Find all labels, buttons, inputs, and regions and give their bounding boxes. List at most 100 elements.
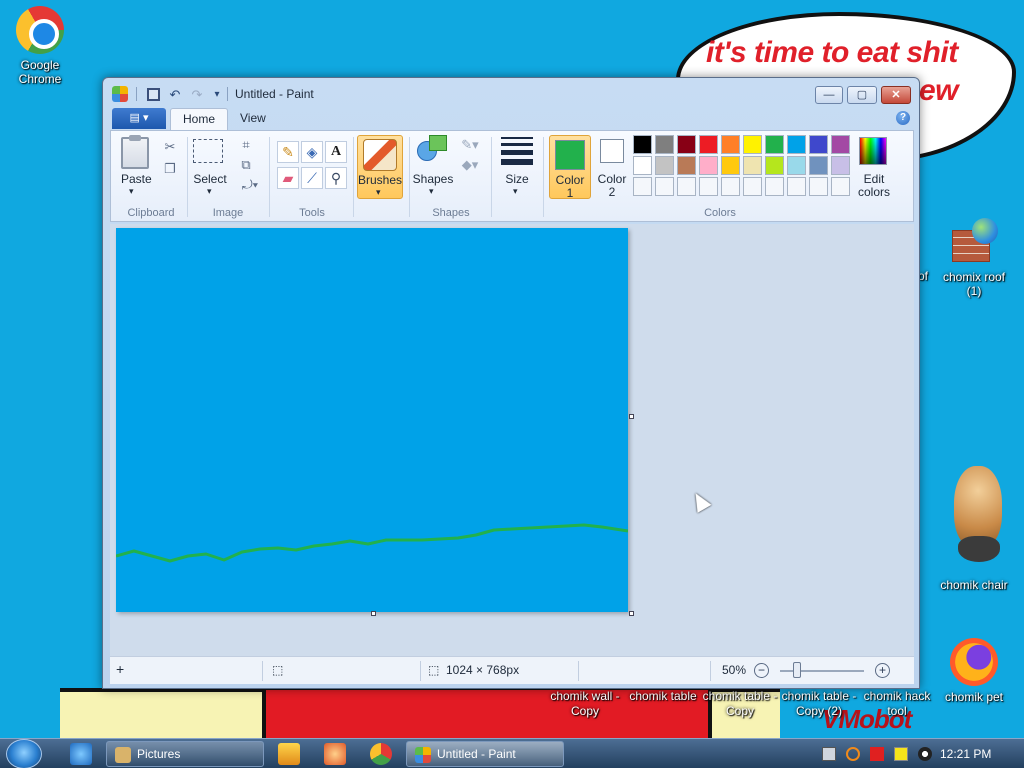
tray-flag-icon[interactable] — [870, 747, 884, 761]
shapes-icon[interactable] — [417, 135, 449, 165]
palette-swatch[interactable] — [787, 177, 806, 196]
tab-home[interactable]: Home — [170, 108, 229, 130]
palette-swatch[interactable] — [831, 135, 850, 154]
maximize-button[interactable]: ▢ — [847, 86, 877, 104]
zoom-in-button[interactable]: + — [875, 663, 890, 678]
palette-swatch[interactable] — [831, 156, 850, 175]
palette-swatch[interactable] — [721, 177, 740, 196]
redo-icon[interactable]: ↷ — [189, 87, 205, 103]
taskbar-button-paint[interactable]: Untitled - Paint — [406, 741, 564, 767]
palette-swatch[interactable] — [809, 156, 828, 175]
desktop-icon-chomik-roof[interactable]: chomix roof (1) — [934, 218, 1014, 298]
palette-swatch[interactable] — [765, 156, 784, 175]
resize-handle-bottom[interactable] — [371, 611, 376, 616]
palette-swatch[interactable] — [765, 135, 784, 154]
palette-swatch[interactable] — [743, 177, 762, 196]
resize-icon[interactable]: ⧉ — [237, 155, 255, 173]
palette-swatch[interactable] — [633, 177, 652, 196]
select-icon[interactable] — [193, 139, 223, 163]
palette-swatch[interactable] — [787, 135, 806, 154]
select-dropdown-icon[interactable]: ▾ — [207, 185, 212, 198]
minimize-button[interactable]: — — [815, 86, 843, 104]
taskbar-clock[interactable]: 12:21 PM — [940, 747, 991, 761]
palette-swatch[interactable] — [721, 156, 740, 175]
palette-swatch[interactable] — [655, 177, 674, 196]
color2-label[interactable]: Color 2 — [593, 173, 631, 199]
undo-icon[interactable]: ↶ — [167, 87, 183, 103]
paste-dropdown-icon[interactable]: ▾ — [129, 185, 134, 198]
paint-app-icon[interactable] — [112, 86, 128, 102]
palette-swatch[interactable] — [677, 156, 696, 175]
desktop-icon-chomik-hack-tool[interactable]: chomik hack tool — [860, 689, 934, 719]
desktop-icon-chomik-table-copy-2[interactable]: chomik table - Copy (2) — [780, 689, 858, 719]
taskbar-button-pictures[interactable]: Pictures — [106, 741, 264, 767]
edit-colors-label[interactable]: Edit colors — [851, 173, 897, 199]
palette-swatch[interactable] — [699, 156, 718, 175]
palette-swatch[interactable] — [677, 135, 696, 154]
palette-swatch[interactable] — [677, 177, 696, 196]
palette-swatch[interactable] — [699, 177, 718, 196]
rotate-icon[interactable]: ⤾▾ — [237, 175, 263, 193]
text-tool-icon[interactable]: A — [325, 141, 347, 163]
copy-icon[interactable]: ❐ — [161, 159, 179, 177]
crop-icon[interactable]: ⌗ — [237, 135, 255, 153]
size-dropdown-icon[interactable]: ▾ — [513, 185, 518, 198]
color1-button[interactable]: Color 1 — [549, 135, 591, 200]
color2-swatch[interactable] — [600, 139, 624, 163]
canvas-workspace[interactable] — [110, 224, 914, 656]
palette-swatch[interactable] — [633, 156, 652, 175]
color-picker-icon[interactable]: ⟋ — [301, 167, 323, 189]
palette-swatch[interactable] — [655, 135, 674, 154]
tray-volume-icon[interactable] — [918, 747, 932, 761]
tray-search-icon[interactable] — [846, 747, 860, 761]
palette-swatch[interactable] — [721, 135, 740, 154]
paste-icon[interactable] — [121, 135, 149, 169]
tab-view[interactable]: View — [228, 108, 278, 130]
file-menu-button[interactable]: ▤ ▾ — [112, 108, 166, 129]
internet-explorer-icon[interactable] — [70, 743, 92, 765]
cut-icon[interactable]: ✂ — [161, 137, 179, 155]
outline-icon[interactable]: ✎▾ — [457, 135, 483, 153]
brushes-button[interactable]: Brushes ▾ — [357, 135, 403, 199]
size-icon[interactable] — [501, 137, 533, 165]
media-player-icon[interactable] — [278, 743, 300, 765]
fill-icon[interactable]: ◆▾ — [457, 155, 483, 173]
palette-swatch[interactable] — [765, 177, 784, 196]
palette-swatch[interactable] — [743, 135, 762, 154]
quick-access-dropdown-icon[interactable]: ▾ — [209, 87, 225, 103]
desktop-icon-chomik-chair[interactable]: chomik chair — [934, 458, 1014, 592]
help-icon[interactable]: ? — [896, 111, 910, 125]
pinned-app-icon[interactable] — [324, 743, 346, 765]
zoom-out-button[interactable]: − — [754, 663, 769, 678]
pencil-icon[interactable]: ✎ — [277, 141, 299, 163]
desktop-icon-chomik-table[interactable]: chomik table — [626, 689, 700, 704]
tray-battery-icon[interactable] — [894, 747, 908, 761]
palette-swatch[interactable] — [743, 156, 762, 175]
desktop-icon-chomik-table-copy[interactable]: chomik table - Copy — [702, 689, 778, 719]
shapes-dropdown-icon[interactable]: ▾ — [429, 185, 434, 198]
palette-swatch[interactable] — [699, 135, 718, 154]
edit-colors-icon[interactable] — [859, 137, 887, 165]
resize-handle-corner[interactable] — [629, 611, 634, 616]
magnifier-icon[interactable]: ⚲ — [325, 167, 347, 189]
eraser-icon[interactable]: ▰ — [277, 167, 299, 189]
fill-bucket-icon[interactable]: ◈ — [301, 141, 323, 163]
palette-swatch[interactable] — [655, 156, 674, 175]
palette-swatch[interactable] — [809, 177, 828, 196]
save-icon[interactable] — [147, 88, 160, 101]
start-button[interactable] — [6, 739, 42, 768]
zoom-slider-thumb[interactable] — [793, 662, 801, 678]
paste-button-label[interactable]: Paste — [121, 173, 152, 186]
palette-swatch[interactable] — [787, 156, 806, 175]
palette-swatch[interactable] — [831, 177, 850, 196]
palette-swatch[interactable] — [809, 135, 828, 154]
title-bar[interactable]: ↶ ↷ ▾ Untitled - Paint — ▢ ✕ — [103, 78, 919, 108]
palette-swatch[interactable] — [633, 135, 652, 154]
tray-network-icon[interactable] — [822, 747, 836, 761]
close-button[interactable]: ✕ — [881, 86, 911, 104]
desktop-icon-chomik-wall-copy[interactable]: chomik wall - Copy — [546, 689, 624, 719]
desktop-icon-chrome[interactable]: Google Chrome — [0, 6, 80, 86]
desktop-icon-chomik-pet[interactable]: chomik pet — [934, 638, 1014, 704]
resize-handle-right[interactable] — [629, 414, 634, 419]
chrome-taskbar-icon[interactable] — [370, 743, 392, 765]
